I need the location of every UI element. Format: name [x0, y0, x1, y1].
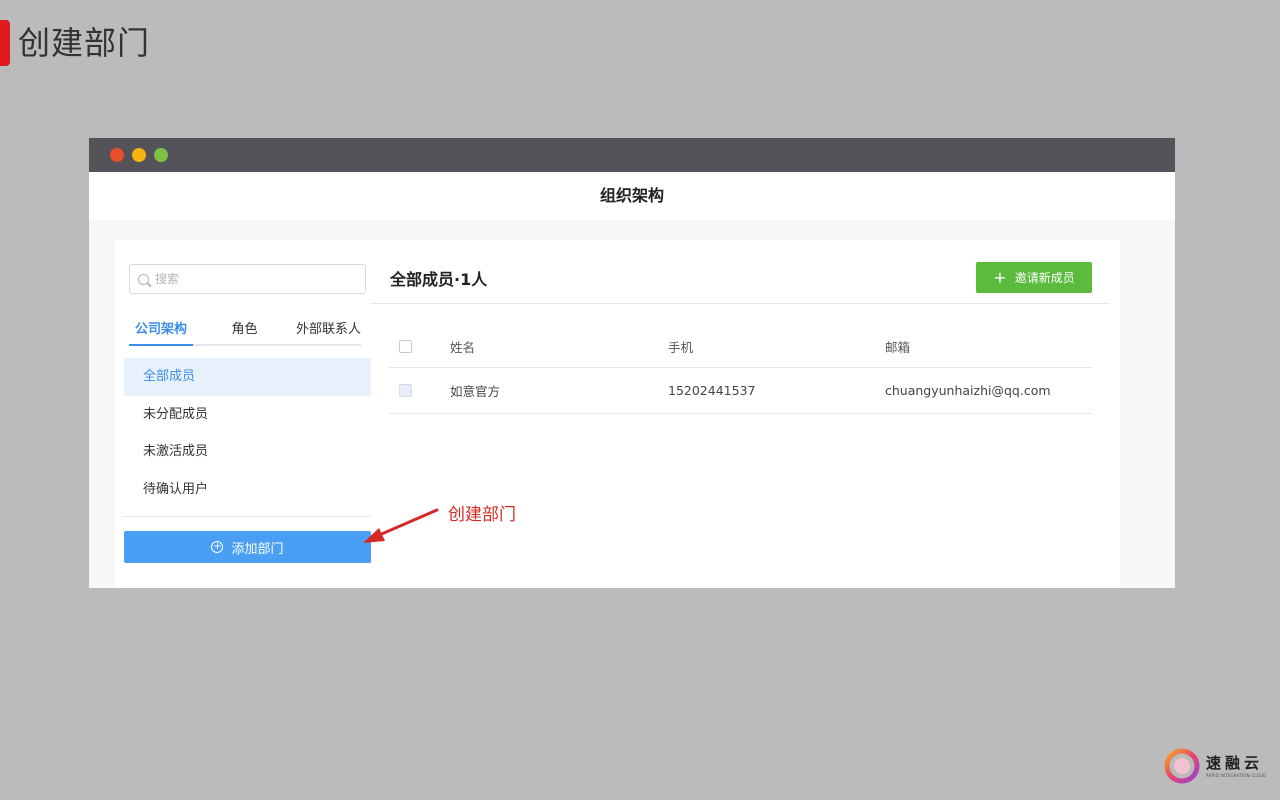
member-name: 如意官方	[450, 384, 501, 399]
slide-accent-bar	[0, 20, 10, 66]
logo-name-cn: 速融云	[1206, 754, 1264, 772]
members-title: 全部成员·1人	[390, 270, 488, 289]
sidebar-divider	[124, 516, 371, 517]
close-window-dot[interactable]	[110, 148, 124, 162]
sidebar-item-inactive[interactable]: 未激活成员	[124, 433, 371, 471]
search-box[interactable]	[129, 264, 366, 294]
member-phone: 15202441537	[668, 383, 756, 398]
logo-name-en: RAPID INTEGRATION CLOUD	[1206, 773, 1267, 778]
slide-title: 创建部门	[18, 24, 151, 62]
logo-mark-icon	[1164, 748, 1200, 784]
maximize-window-dot[interactable]	[154, 148, 168, 162]
tab-roles[interactable]: 角色	[231, 312, 257, 346]
sidebar-item-all-members[interactable]: 全部成员	[124, 358, 371, 396]
sidebar-tabs: 公司架构 角色 外部联系人	[129, 312, 361, 346]
table-row[interactable]: 如意官方 15202441537 chuangyunhaizhi@qq.com	[389, 368, 1092, 414]
table-header-row: 姓名 手机 邮箱	[389, 326, 1092, 368]
browser-window: 组织架构 公司架构 角色 外部联系人 全部成员 未分配成员 未激活成员 待确认用…	[89, 138, 1175, 588]
sidebar-item-pending[interactable]: 待确认用户	[124, 471, 371, 509]
tab-external-contacts[interactable]: 外部联系人	[296, 312, 361, 346]
org-panel: 公司架构 角色 外部联系人 全部成员 未分配成员 未激活成员 待确认用户 + 添…	[115, 240, 1120, 588]
select-all-checkbox[interactable]	[399, 340, 412, 353]
sidebar-item-unassigned[interactable]: 未分配成员	[124, 396, 371, 434]
search-icon	[138, 273, 149, 285]
tab-company-structure[interactable]: 公司架构	[129, 312, 194, 346]
add-department-label: 添加部门	[231, 541, 284, 557]
column-header-phone: 手机	[668, 340, 694, 355]
brand-logo: 速融云 RAPID INTEGRATION CLOUD	[1162, 745, 1266, 785]
members-table: 姓名 手机 邮箱 如意官方 15202441537 chuangyunhaizh…	[389, 326, 1092, 414]
member-email: chuangyunhaizhi@qq.com	[885, 383, 1051, 398]
plus-circle-icon: +	[211, 541, 224, 553]
member-filter-menu: 全部成员 未分配成员 未激活成员 待确认用户	[124, 358, 371, 508]
search-input[interactable]	[155, 272, 355, 286]
invite-member-button[interactable]: + 邀请新成员	[976, 262, 1092, 293]
annotation-arrow-icon	[363, 508, 439, 543]
minimize-window-dot[interactable]	[132, 148, 146, 162]
annotation-label: 创建部门	[448, 505, 516, 525]
column-header-name: 姓名	[450, 340, 476, 355]
invite-member-label: 邀请新成员	[1014, 271, 1075, 285]
plus-icon: +	[993, 267, 1007, 287]
window-titlebar	[89, 138, 1175, 172]
column-header-email: 邮箱	[885, 340, 911, 355]
app-header-title: 组织架构	[89, 172, 1175, 220]
main-divider	[370, 303, 1110, 304]
row-checkbox[interactable]	[399, 384, 412, 397]
add-department-button[interactable]: + 添加部门	[124, 531, 371, 563]
